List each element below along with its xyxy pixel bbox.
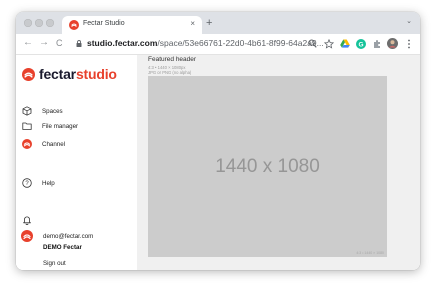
tab-title: Fectar Studio	[83, 20, 125, 27]
main-panel: Featured header 4:3 • 1440 × 1080px JPG …	[137, 55, 420, 270]
zoom-window-button[interactable]	[46, 19, 54, 27]
browser-window: Fectar Studio × + ⌄ ← → C studio.fectar.…	[16, 12, 420, 270]
tab-search-button[interactable]: ⌄	[406, 17, 412, 25]
star-icon[interactable]	[323, 38, 334, 49]
svg-text:?: ?	[25, 181, 29, 187]
sidebar-item-label: Channel	[42, 140, 66, 148]
url-domain: studio.fectar.com	[87, 38, 158, 48]
sidebar-item-spaces[interactable]: Spaces	[22, 105, 63, 117]
fectar-logo-icon	[22, 67, 35, 81]
sidebar-item-help[interactable]: ? Help	[22, 177, 55, 189]
close-window-button[interactable]	[24, 19, 32, 27]
toolbar-icons: G	[307, 37, 414, 50]
minimize-window-button[interactable]	[35, 19, 43, 27]
cube-icon	[22, 106, 32, 116]
kebab-menu-icon[interactable]	[403, 38, 414, 49]
new-tab-button[interactable]: +	[206, 16, 212, 30]
placeholder-note: 4:3 • 1440 × 1080	[356, 251, 384, 255]
folder-icon	[22, 121, 32, 131]
profile-avatar[interactable]	[387, 38, 398, 49]
placeholder-dimensions: 1440 x 1080	[215, 156, 320, 177]
section-title: Featured header	[148, 56, 197, 63]
forward-button[interactable]: →	[39, 37, 49, 49]
address-bar[interactable]: studio.fectar.com/space/53e66761-22d0-4b…	[87, 38, 324, 48]
drive-icon[interactable]	[339, 38, 350, 49]
tab-strip: Fectar Studio × + ⌄	[16, 12, 420, 34]
sidebar-item-channel[interactable]: Channel	[22, 138, 65, 150]
url-path: /space/53e66761-22d0-4b61-8f99-64a2a9...	[157, 38, 324, 48]
notifications-button[interactable]	[22, 214, 32, 226]
sidebar-item-file-manager[interactable]: File manager	[22, 120, 78, 132]
tab-close-icon[interactable]: ×	[190, 19, 195, 29]
fectar-favicon-icon	[69, 20, 79, 30]
fectar-logo-icon	[22, 139, 32, 149]
user-avatar[interactable]	[21, 230, 33, 242]
sidebar-item-label: Help	[42, 179, 55, 187]
user-email: demo@fectar.com	[43, 233, 94, 240]
lock-icon[interactable]	[76, 40, 82, 47]
help-circle-icon: ?	[22, 178, 32, 188]
fectar-studio-logo[interactable]: fectarstudio	[22, 67, 117, 81]
sidebar-item-label: Spaces	[42, 107, 63, 115]
user-name: DEMO Fectar	[43, 244, 82, 251]
grammarly-icon[interactable]: G	[355, 38, 366, 49]
svg-text:G: G	[358, 41, 363, 48]
sidebar: fectarstudio Spaces File manager Channel	[16, 55, 137, 270]
sign-out-link[interactable]: Sign out	[43, 260, 66, 267]
image-format-hint: JPG or PNG (no alpha)	[148, 70, 192, 75]
sidebar-item-label: File manager	[42, 122, 79, 130]
browser-toolbar: ← → C studio.fectar.com/space/53e66761-2…	[16, 34, 420, 55]
logo-wordmark: fectarstudio	[39, 66, 117, 82]
featured-header-image[interactable]: 1440 x 1080 4:3 • 1440 × 1080	[148, 76, 387, 257]
bell-icon	[22, 215, 32, 225]
extensions-icon[interactable]	[371, 38, 382, 49]
back-button[interactable]: ←	[23, 37, 33, 49]
browser-tab-active[interactable]: Fectar Studio ×	[62, 16, 202, 34]
zoom-icon[interactable]	[307, 38, 318, 49]
reload-button[interactable]: C	[56, 37, 63, 49]
page-content: fectarstudio Spaces File manager Channel	[16, 55, 420, 270]
